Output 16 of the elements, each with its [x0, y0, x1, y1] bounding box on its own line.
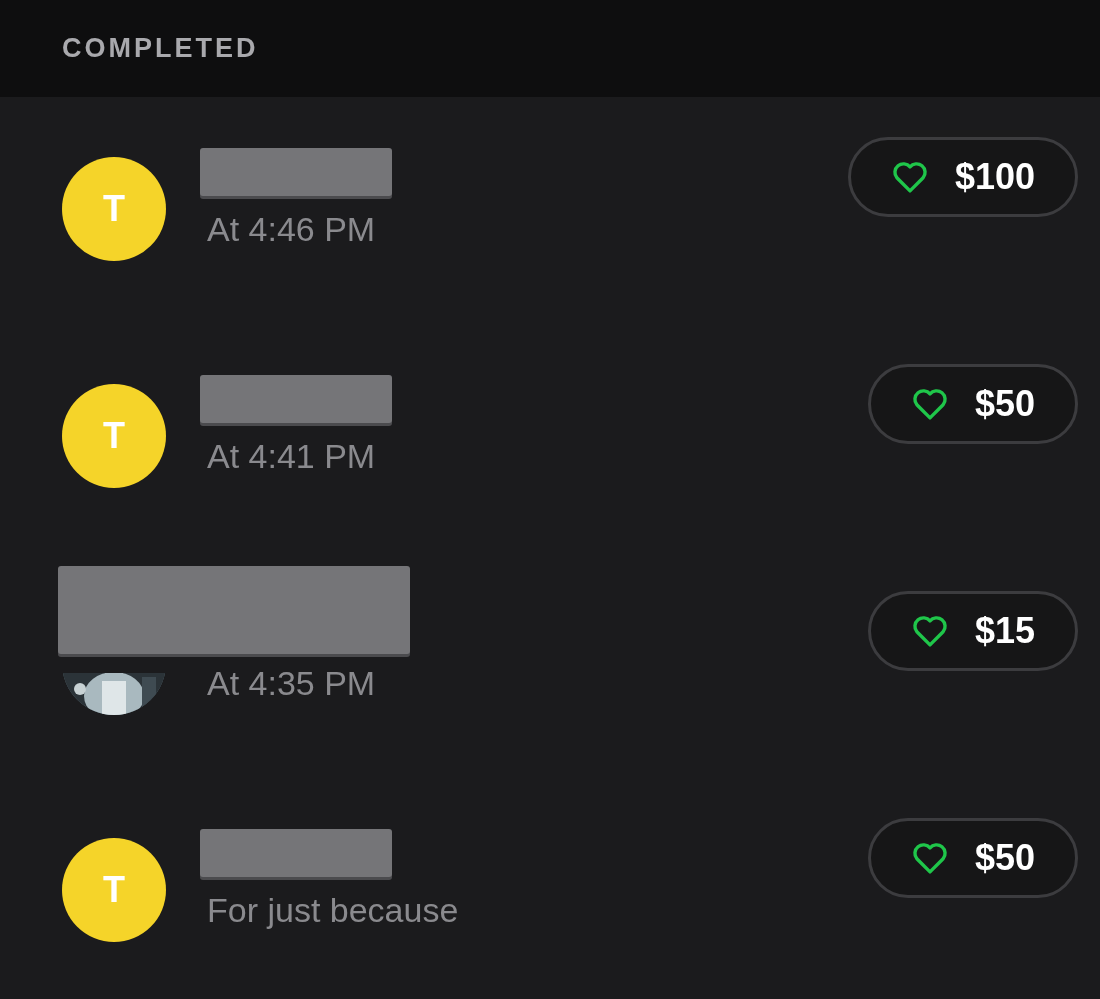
- avatar: T: [62, 384, 166, 488]
- payment-note: At 4:41 PM: [207, 437, 377, 476]
- avatar: T: [62, 838, 166, 942]
- payment-note: For just because: [207, 891, 460, 930]
- heart-icon: [910, 614, 949, 648]
- section-header: COMPLETED: [62, 33, 259, 64]
- amount-button[interactable]: $100: [847, 137, 1078, 217]
- amount-button[interactable]: $50: [867, 818, 1078, 898]
- heart-icon: [910, 387, 949, 421]
- payment-note: At 4:35 PM: [207, 664, 377, 703]
- heart-icon: [910, 841, 949, 875]
- avatar: T: [62, 157, 166, 261]
- amount-button[interactable]: $50: [867, 364, 1078, 444]
- amount-button[interactable]: $15: [867, 591, 1078, 671]
- heart-icon: [890, 160, 929, 194]
- payment-note: At 4:46 PM: [207, 210, 377, 249]
